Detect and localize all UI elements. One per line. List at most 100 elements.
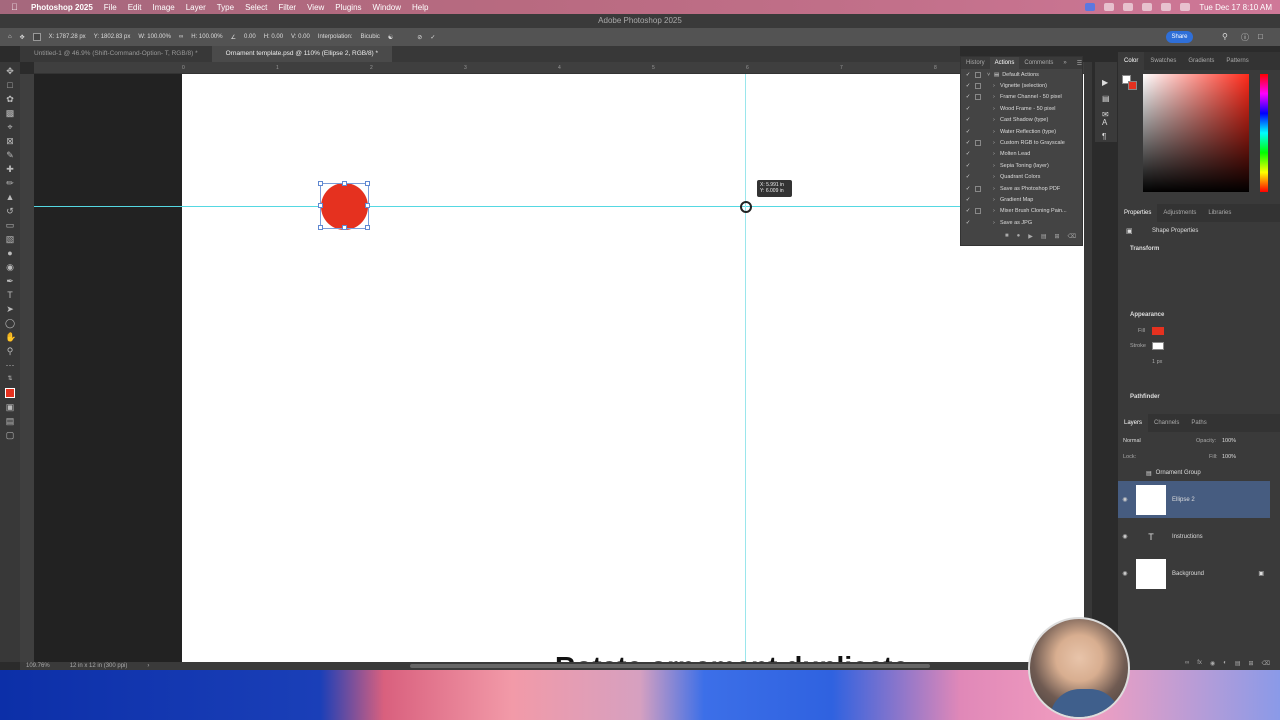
appearance-section-title[interactable]: Appearance [1130, 312, 1164, 318]
menu-select[interactable]: Select [245, 3, 267, 12]
stop-icon[interactable]: ■ [1005, 233, 1009, 243]
vskew-field[interactable]: V: 0.00 [291, 34, 310, 40]
chevron-right-icon[interactable]: › [147, 663, 149, 669]
paragraph-panel-icon[interactable]: ¶ [1102, 132, 1106, 141]
path-select-tool-icon[interactable]: ➤ [5, 304, 15, 314]
blend-mode-select[interactable]: Normal [1123, 438, 1141, 444]
eye-icon[interactable]: ◉ [1118, 533, 1132, 540]
pen-tool-icon[interactable]: ✒ [5, 276, 15, 286]
transform-bounding-box[interactable] [318, 181, 370, 230]
dialog-toggle[interactable] [975, 94, 981, 101]
check-icon[interactable]: ✓ [961, 197, 975, 203]
frame-screen-icon[interactable]: ▢ [5, 430, 15, 440]
menu-app-name[interactable]: Photoshop 2025 [31, 3, 93, 12]
action-row[interactable]: ✓ › Sepia Toning (layer) [961, 160, 1082, 171]
dialog-toggle[interactable] [975, 140, 981, 147]
status-wifi-icon[interactable] [1142, 3, 1153, 11]
frame-tool-icon[interactable]: ⊠ [5, 136, 15, 146]
stroke-color-swatch[interactable] [1152, 342, 1164, 350]
color-swatch-icon[interactable] [5, 388, 15, 398]
tab-gradients[interactable]: Gradients [1182, 52, 1220, 70]
dodge-tool-icon[interactable]: ◉ [5, 262, 15, 272]
add-mask-icon[interactable]: ◉ [1210, 660, 1215, 668]
vertical-scrollbar[interactable] [1084, 62, 1092, 662]
apple-icon[interactable]:  [11, 2, 23, 12]
link-icon[interactable]: ∞ [179, 34, 183, 40]
zoom-tool-icon[interactable]: ⚲ [5, 346, 15, 356]
search-icon[interactable]: ⚲ [1222, 32, 1228, 41]
expand-icon[interactable]: » [1058, 60, 1071, 66]
commit-transform-icon[interactable]: ✓ [430, 34, 435, 41]
actions-panel-icon[interactable]: ▶ [1102, 78, 1108, 87]
transform-handle-ml[interactable] [318, 203, 323, 208]
swap-colors-icon[interactable]: ⇅ [5, 374, 15, 384]
dialog-toggle[interactable] [975, 185, 981, 192]
lasso-tool-icon[interactable]: ✿ [5, 94, 15, 104]
check-icon[interactable]: ✓ [961, 208, 975, 214]
home-icon[interactable]: ⌂ [8, 34, 12, 40]
new-layer-icon[interactable]: ⊞ [1248, 660, 1253, 668]
record-icon[interactable]: ● [1017, 233, 1021, 243]
new-set-icon[interactable]: ▤ [1041, 233, 1047, 243]
layer-row-instructions[interactable]: ◉ T Instructions [1118, 518, 1270, 555]
more-tools-icon[interactable]: ⋯ [5, 360, 15, 370]
transform-handle-tc[interactable] [342, 181, 347, 186]
w-field[interactable]: W: 100.00% [138, 34, 171, 40]
healing-tool-icon[interactable]: ✚ [5, 164, 15, 174]
warp-icon[interactable]: ☯ [388, 34, 393, 41]
check-icon[interactable]: ✓ [961, 163, 975, 169]
eye-icon[interactable]: ◉ [1118, 496, 1132, 503]
check-icon[interactable]: ✓ [961, 106, 975, 112]
reference-point-checkbox[interactable] [32, 33, 41, 41]
new-group-icon[interactable]: ▤ [1235, 660, 1241, 668]
ruler-left[interactable] [20, 74, 34, 664]
interpolation-select[interactable]: Bicubic [361, 34, 380, 40]
pathfinder-section-title[interactable]: Pathfinder [1130, 394, 1160, 400]
tab-channels[interactable]: Channels [1148, 414, 1185, 432]
chevron-right-icon[interactable]: › [993, 140, 1000, 146]
doc-info[interactable]: 12 in x 12 in (300 ppi) [70, 663, 128, 669]
tab-libraries[interactable]: Libraries [1202, 204, 1237, 222]
delete-layer-icon[interactable]: ⌫ [1262, 660, 1270, 668]
menu-view[interactable]: View [307, 3, 324, 12]
chevron-right-icon[interactable]: › [993, 83, 1000, 89]
chevron-right-icon[interactable]: › [993, 94, 1000, 100]
chevron-right-icon[interactable]: › [993, 220, 1000, 226]
opacity-field[interactable]: 100% [1222, 438, 1236, 444]
cancel-transform-icon[interactable]: ⊘ [417, 34, 422, 41]
status-search-icon[interactable] [1180, 3, 1191, 11]
action-row[interactable]: ✓ › Custom RGB to Grayscale [961, 137, 1082, 148]
action-row[interactable]: ✓ › Wood Frame - 50 pixel [961, 103, 1082, 114]
horizontal-scrollbar[interactable] [410, 664, 930, 668]
color-picker-field[interactable] [1143, 74, 1249, 192]
status-display-icon[interactable] [1123, 3, 1134, 11]
dialog-toggle[interactable] [975, 208, 981, 215]
stamp-tool-icon[interactable]: ▲ [5, 192, 15, 202]
zoom-level[interactable]: 109.76% [26, 663, 50, 669]
move-tool-icon[interactable]: ✥ [20, 34, 25, 41]
hand-tool-icon[interactable]: ✋ [5, 332, 16, 342]
check-icon[interactable]: ✓ [961, 186, 975, 192]
check-icon[interactable]: ✓ [961, 117, 975, 123]
quick-mask-icon[interactable]: ▣ [5, 402, 15, 412]
tab-history[interactable]: History [961, 60, 990, 66]
chevron-right-icon[interactable]: › [993, 208, 1000, 214]
transform-handle-tr[interactable] [365, 181, 370, 186]
background-color-swatch[interactable] [1128, 81, 1137, 90]
action-set-row[interactable]: ✓ ˅ ▤ Default Actions [961, 69, 1082, 80]
action-row[interactable]: ✓ › Quadrant Colors [961, 172, 1082, 183]
eraser-tool-icon[interactable]: ▭ [5, 220, 15, 230]
menu-type[interactable]: Type [217, 3, 234, 12]
panel-menu-icon[interactable]: ☰ [1072, 60, 1087, 67]
action-row[interactable]: ✓ › Vignette (selection) [961, 80, 1082, 91]
chevron-right-icon[interactable]: › [993, 163, 1000, 169]
brush-tool-icon[interactable]: ✏ [5, 178, 15, 188]
check-icon[interactable]: ✓ [961, 220, 975, 226]
history-panel-icon[interactable]: ▤ [1102, 94, 1110, 103]
chevron-right-icon[interactable]: › [993, 117, 1000, 123]
check-icon[interactable]: ✓ [961, 83, 975, 89]
history-brush-tool-icon[interactable]: ↺ [5, 206, 15, 216]
h-field[interactable]: H: 100.00% [191, 34, 222, 40]
tab-ornament-template[interactable]: Ornament template.psd @ 110% (Ellipse 2,… [211, 46, 393, 62]
stroke-size-field[interactable]: 1 px [1152, 359, 1162, 365]
